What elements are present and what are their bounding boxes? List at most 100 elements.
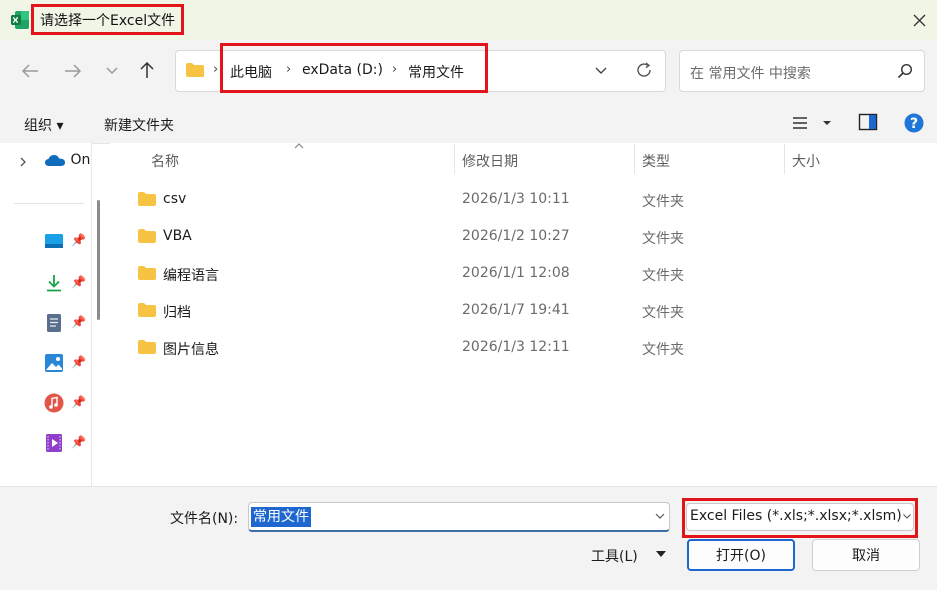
- up-arrow-icon: [140, 61, 154, 78]
- window-title-text: 请选择一个Excel文件: [40, 12, 176, 29]
- onedrive-icon: [45, 155, 65, 166]
- file-type: 文件夹: [642, 268, 684, 284]
- pin-icon: 📌: [71, 395, 86, 409]
- file-date: 2026/1/1 12:08: [462, 265, 570, 281]
- pin-icon: 📌: [71, 355, 86, 369]
- folder-icon: [138, 340, 156, 354]
- open-button[interactable]: 打开(O): [687, 539, 795, 571]
- column-header-name[interactable]: 名称: [151, 151, 179, 171]
- breadcrumb-separator: ›: [213, 62, 219, 77]
- file-type: 文件夹: [642, 194, 684, 210]
- sidebar-item-videos[interactable]: 📌: [44, 433, 86, 457]
- organize-menu[interactable]: 组织 ▾: [24, 115, 63, 135]
- file-date: 2026/1/2 10:27: [462, 228, 570, 244]
- documents-icon: [47, 314, 61, 332]
- search-placeholder: 在 常用文件 中搜索: [690, 66, 811, 82]
- forward-arrow-icon: [65, 64, 82, 78]
- file-type: 文件夹: [642, 305, 684, 321]
- sort-ascending-icon: [294, 143, 304, 149]
- pin-icon: 📌: [71, 275, 86, 289]
- view-options-button[interactable]: [790, 114, 834, 136]
- file-name: 编程语言: [163, 268, 219, 284]
- window-title: 请选择一个Excel文件: [31, 4, 185, 35]
- breadcrumb-exdata[interactable]: exData (D:): [302, 62, 383, 78]
- chevron-down-icon[interactable]: [654, 512, 666, 520]
- column-divider[interactable]: [784, 144, 785, 174]
- download-icon: [47, 275, 61, 292]
- excel-icon: [11, 11, 29, 29]
- back-arrow-icon: [21, 64, 38, 78]
- table-row[interactable]: 归档 2026/1/7 19:41 文件夹: [130, 297, 920, 327]
- recent-locations-button[interactable]: [99, 58, 125, 84]
- file-name: 图片信息: [163, 342, 219, 358]
- filename-label: 文件名(N):: [170, 511, 239, 527]
- preview-pane-icon: [858, 113, 878, 131]
- list-view-icon: [793, 117, 831, 129]
- sidebar-item-music[interactable]: 📌: [44, 393, 86, 417]
- sidebar-divider: [14, 203, 84, 204]
- sidebar-item-onedrive[interactable]: On: [44, 152, 92, 172]
- open-button-label: 打开(O): [716, 548, 766, 564]
- file-type: 文件夹: [642, 231, 684, 247]
- folder-icon: [138, 229, 156, 243]
- filetype-value: Excel Files (*.xls;*.xlsx;*.xlsm): [690, 508, 902, 524]
- table-row[interactable]: csv 2026/1/3 10:11 文件夹: [130, 186, 920, 216]
- close-icon: [913, 14, 925, 26]
- file-name: 归档: [163, 305, 191, 321]
- column-divider[interactable]: [454, 144, 455, 174]
- column-header-type[interactable]: 类型: [642, 151, 670, 171]
- breadcrumb-common-files[interactable]: 常用文件: [408, 62, 464, 82]
- back-button[interactable]: [17, 58, 43, 84]
- column-header-size[interactable]: 大小: [792, 151, 820, 171]
- preview-pane-button[interactable]: [858, 113, 878, 135]
- table-row[interactable]: VBA 2026/1/2 10:27 文件夹: [130, 223, 920, 253]
- sidebar-item-desktop[interactable]: 📌: [44, 233, 86, 253]
- chevron-down-icon: [106, 67, 118, 75]
- chevron-down-icon[interactable]: [902, 513, 912, 520]
- chevron-down-icon: [595, 67, 607, 74]
- pin-icon: 📌: [71, 435, 86, 449]
- sidebar-scrollbar[interactable]: [97, 200, 100, 320]
- pin-icon: 📌: [71, 233, 86, 247]
- new-folder-button[interactable]: 新建文件夹: [104, 115, 174, 135]
- forward-button[interactable]: [60, 58, 86, 84]
- breadcrumb-this-pc[interactable]: 此电脑: [230, 62, 272, 82]
- up-button[interactable]: [134, 57, 160, 83]
- folder-icon: [138, 266, 156, 280]
- sidebar-item-documents[interactable]: 📌: [44, 313, 86, 337]
- navigation-tree: On 📌 📌 📌 📌 📌 📌: [0, 143, 92, 486]
- svg-text:?: ?: [910, 116, 918, 132]
- filename-input[interactable]: [248, 502, 670, 532]
- refresh-button[interactable]: [631, 57, 657, 83]
- breadcrumb-separator: ›: [286, 62, 292, 77]
- cancel-button-label: 取消: [852, 548, 880, 564]
- column-divider[interactable]: [634, 144, 635, 174]
- videos-icon: [46, 434, 62, 452]
- tools-menu[interactable]: 工具(L): [591, 546, 638, 566]
- file-date: 2026/1/7 19:41: [462, 302, 570, 318]
- file-type: 文件夹: [642, 342, 684, 358]
- pin-icon: 📌: [71, 315, 86, 329]
- sidebar-item-pictures[interactable]: 📌: [44, 353, 86, 377]
- column-header-date[interactable]: 修改日期: [462, 151, 518, 171]
- table-row[interactable]: 编程语言 2026/1/1 12:08 文件夹: [130, 260, 920, 290]
- search-icon[interactable]: [897, 63, 913, 79]
- sidebar-item-downloads[interactable]: 📌: [44, 273, 86, 297]
- close-button[interactable]: [906, 8, 932, 32]
- cancel-button[interactable]: 取消: [812, 539, 920, 571]
- pictures-icon: [45, 354, 63, 372]
- help-button[interactable]: ?: [904, 113, 924, 137]
- table-row[interactable]: 图片信息 2026/1/3 12:11 文件夹: [130, 334, 920, 364]
- address-history-button[interactable]: [588, 58, 614, 84]
- filename-value[interactable]: 常用文件: [251, 507, 311, 527]
- breadcrumb-separator: ›: [392, 62, 398, 77]
- caret-down-icon[interactable]: [655, 550, 667, 558]
- help-icon: ?: [904, 113, 924, 133]
- file-date: 2026/1/3 10:11: [462, 191, 570, 207]
- file-name: VBA: [163, 228, 192, 244]
- folder-icon: [186, 63, 204, 77]
- refresh-icon: [637, 62, 651, 77]
- chevron-right-icon[interactable]: [18, 156, 28, 168]
- desktop-icon: [45, 234, 63, 248]
- sidebar-item-label: On: [70, 152, 91, 168]
